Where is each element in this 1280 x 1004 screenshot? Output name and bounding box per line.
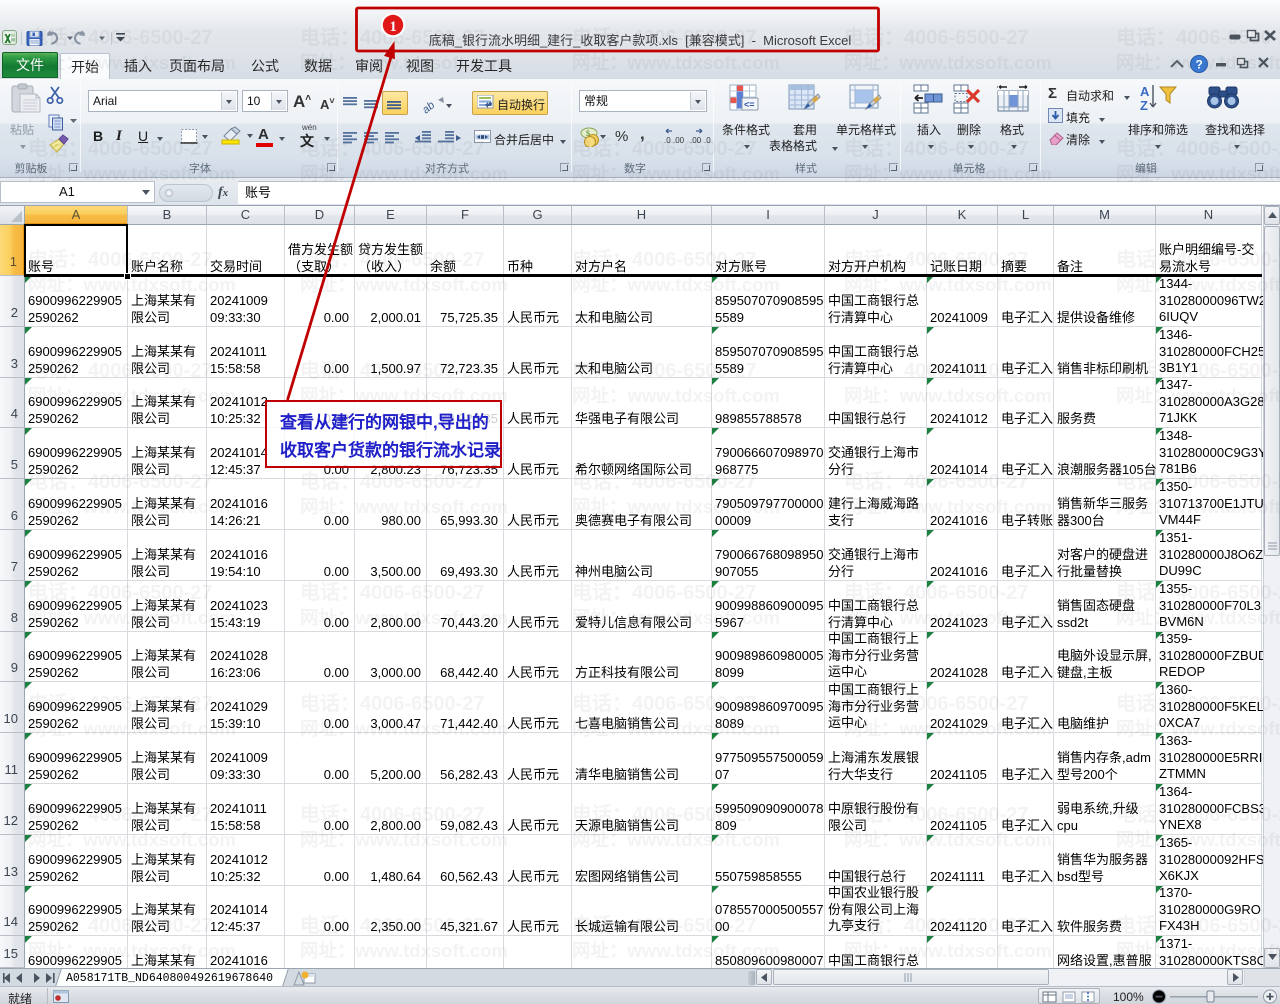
- svg-text:<=: <=: [744, 100, 755, 110]
- svg-text:ab: ab: [422, 99, 437, 114]
- svg-text:A: A: [1140, 84, 1150, 99]
- svg-text:Z: Z: [1140, 98, 1148, 113]
